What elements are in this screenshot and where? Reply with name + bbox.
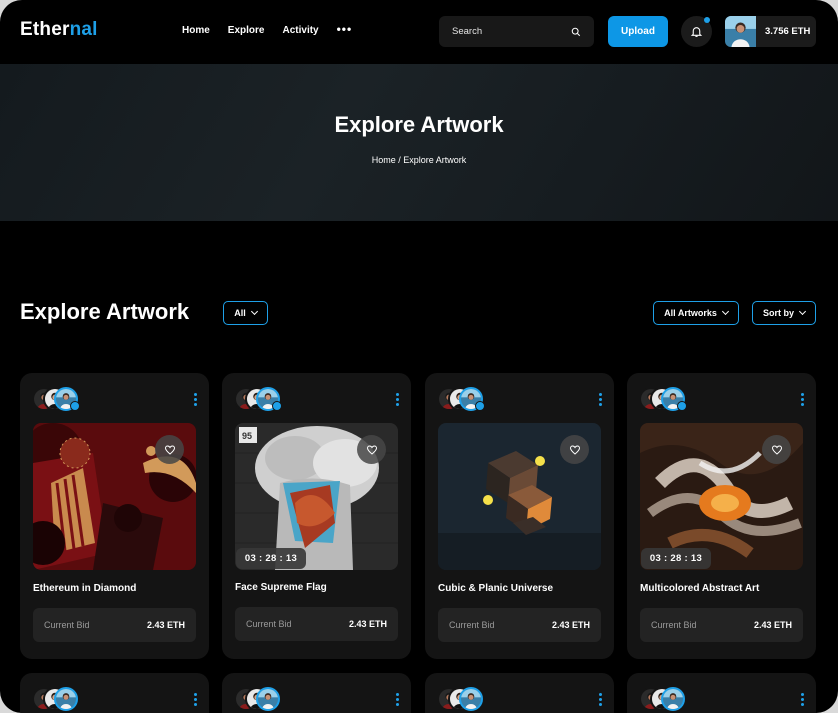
verified-check-icon	[677, 401, 687, 411]
nav-activity[interactable]: Activity	[282, 25, 318, 36]
like-button[interactable]	[762, 435, 791, 464]
artwork-image[interactable]: 03 : 28 : 13	[640, 423, 803, 570]
more-options-icon[interactable]	[396, 393, 399, 406]
wallet-button[interactable]: 3.756 ETH	[725, 16, 816, 47]
more-options-icon[interactable]	[599, 693, 602, 706]
chevron-down-icon	[250, 307, 258, 316]
bid-value: 2.43 ETH	[146, 620, 185, 630]
more-options-icon[interactable]	[801, 393, 804, 406]
artwork-image[interactable]	[33, 423, 196, 570]
artwork-card[interactable]	[425, 673, 614, 713]
sort-label: Sort by	[762, 308, 794, 318]
upload-button[interactable]: Upload	[608, 16, 668, 47]
artwork-type-dropdown[interactable]: All Artworks	[653, 301, 739, 325]
section-title: Explore Artwork	[20, 299, 190, 324]
bid-value: 2.43 ETH	[551, 620, 590, 630]
top-header: Ethernal Home Explore Activity ••• Uploa…	[0, 0, 838, 64]
avatar[interactable]	[256, 687, 280, 711]
bid-label: Current Bid	[449, 620, 495, 630]
current-bid: Current Bid 2.43 ETH	[33, 608, 196, 642]
bid-label: Current Bid	[246, 619, 292, 629]
avatar[interactable]	[661, 687, 685, 711]
like-button[interactable]	[155, 435, 184, 464]
logo[interactable]: Ethernal	[20, 19, 98, 41]
filter-all-dropdown[interactable]: All	[223, 301, 268, 325]
creator-avatars[interactable]	[639, 387, 689, 411]
bid-label: Current Bid	[44, 620, 90, 630]
logo-text-part2: nal	[69, 19, 98, 40]
bell-icon	[690, 27, 703, 37]
creator-avatars[interactable]	[437, 387, 487, 411]
main-nav: Home Explore Activity •••	[182, 22, 353, 36]
artwork-title[interactable]: Cubic & Planic Universe	[438, 583, 553, 594]
more-options-icon[interactable]	[599, 393, 602, 406]
sort-dropdown[interactable]: Sort by	[752, 301, 816, 325]
creator-avatars[interactable]	[32, 387, 82, 411]
bid-value: 2.43 ETH	[348, 619, 387, 629]
artwork-type-label: All Artworks	[664, 308, 717, 318]
user-avatar	[725, 16, 756, 47]
heart-icon	[164, 444, 176, 456]
verified-check-icon	[272, 401, 282, 411]
heart-icon	[569, 444, 581, 456]
filter-all-label: All	[234, 308, 246, 318]
like-button[interactable]	[357, 435, 386, 464]
bid-label: Current Bid	[651, 620, 697, 630]
logo-text-part1: Ether	[20, 19, 70, 40]
search-input[interactable]	[452, 26, 562, 37]
artwork-card[interactable]: 95 03 : 28 : 13 Face Supreme Flag Curren…	[222, 373, 411, 659]
heart-icon	[771, 444, 783, 456]
avatar[interactable]	[459, 687, 483, 711]
nav-more-icon[interactable]: •••	[337, 22, 353, 36]
artwork-card[interactable]	[20, 673, 209, 713]
notification-dot	[704, 17, 710, 23]
artwork-card[interactable]	[222, 673, 411, 713]
artwork-image[interactable]	[438, 423, 601, 570]
heart-icon	[366, 444, 378, 456]
svg-text:95: 95	[242, 431, 252, 441]
more-options-icon[interactable]	[801, 693, 804, 706]
artwork-title[interactable]: Multicolored Abstract Art	[640, 583, 759, 594]
auction-timer: 03 : 28 : 13	[641, 548, 711, 569]
auction-timer: 03 : 28 : 13	[236, 548, 306, 569]
artwork-card[interactable]: Cubic & Planic Universe Current Bid 2.43…	[425, 373, 614, 659]
chevron-down-icon	[798, 307, 807, 316]
search-box[interactable]	[439, 16, 594, 47]
notification-button[interactable]	[681, 16, 712, 47]
creator-avatars[interactable]	[437, 687, 487, 711]
avatar[interactable]	[54, 687, 78, 711]
more-options-icon[interactable]	[194, 693, 197, 706]
artwork-card[interactable]: Ethereum in Diamond Current Bid 2.43 ETH	[20, 373, 209, 659]
app-frame: Ethernal Home Explore Activity ••• Uploa…	[0, 0, 838, 713]
breadcrumb[interactable]: Home / Explore Artwork	[0, 155, 838, 165]
artwork-title[interactable]: Face Supreme Flag	[235, 582, 327, 593]
verified-check-icon	[70, 401, 80, 411]
page-title: Explore Artwork	[334, 112, 504, 137]
chevron-down-icon	[721, 307, 729, 316]
creator-avatars[interactable]	[234, 387, 284, 411]
bid-value: 2.43 ETH	[753, 620, 792, 630]
creator-avatars[interactable]	[32, 687, 82, 711]
more-options-icon[interactable]	[396, 693, 399, 706]
artwork-title[interactable]: Ethereum in Diamond	[33, 583, 136, 594]
current-bid: Current Bid 2.43 ETH	[438, 608, 601, 642]
creator-avatars[interactable]	[639, 687, 689, 711]
nav-home[interactable]: Home	[182, 25, 210, 36]
current-bid: Current Bid 2.43 ETH	[640, 608, 803, 642]
artwork-image[interactable]: 95 03 : 28 : 13	[235, 423, 398, 570]
search-icon[interactable]	[571, 27, 581, 37]
artwork-card[interactable]: 03 : 28 : 13 Multicolored Abstract Art C…	[627, 373, 816, 659]
wallet-balance: 3.756 ETH	[765, 26, 811, 37]
more-options-icon[interactable]	[194, 393, 197, 406]
artwork-card[interactable]	[627, 673, 816, 713]
like-button[interactable]	[560, 435, 589, 464]
creator-avatars[interactable]	[234, 687, 284, 711]
page-hero: Explore Artwork Home / Explore Artwork	[0, 64, 838, 221]
nav-explore[interactable]: Explore	[228, 25, 265, 36]
current-bid: Current Bid 2.43 ETH	[235, 607, 398, 641]
verified-check-icon	[475, 401, 485, 411]
